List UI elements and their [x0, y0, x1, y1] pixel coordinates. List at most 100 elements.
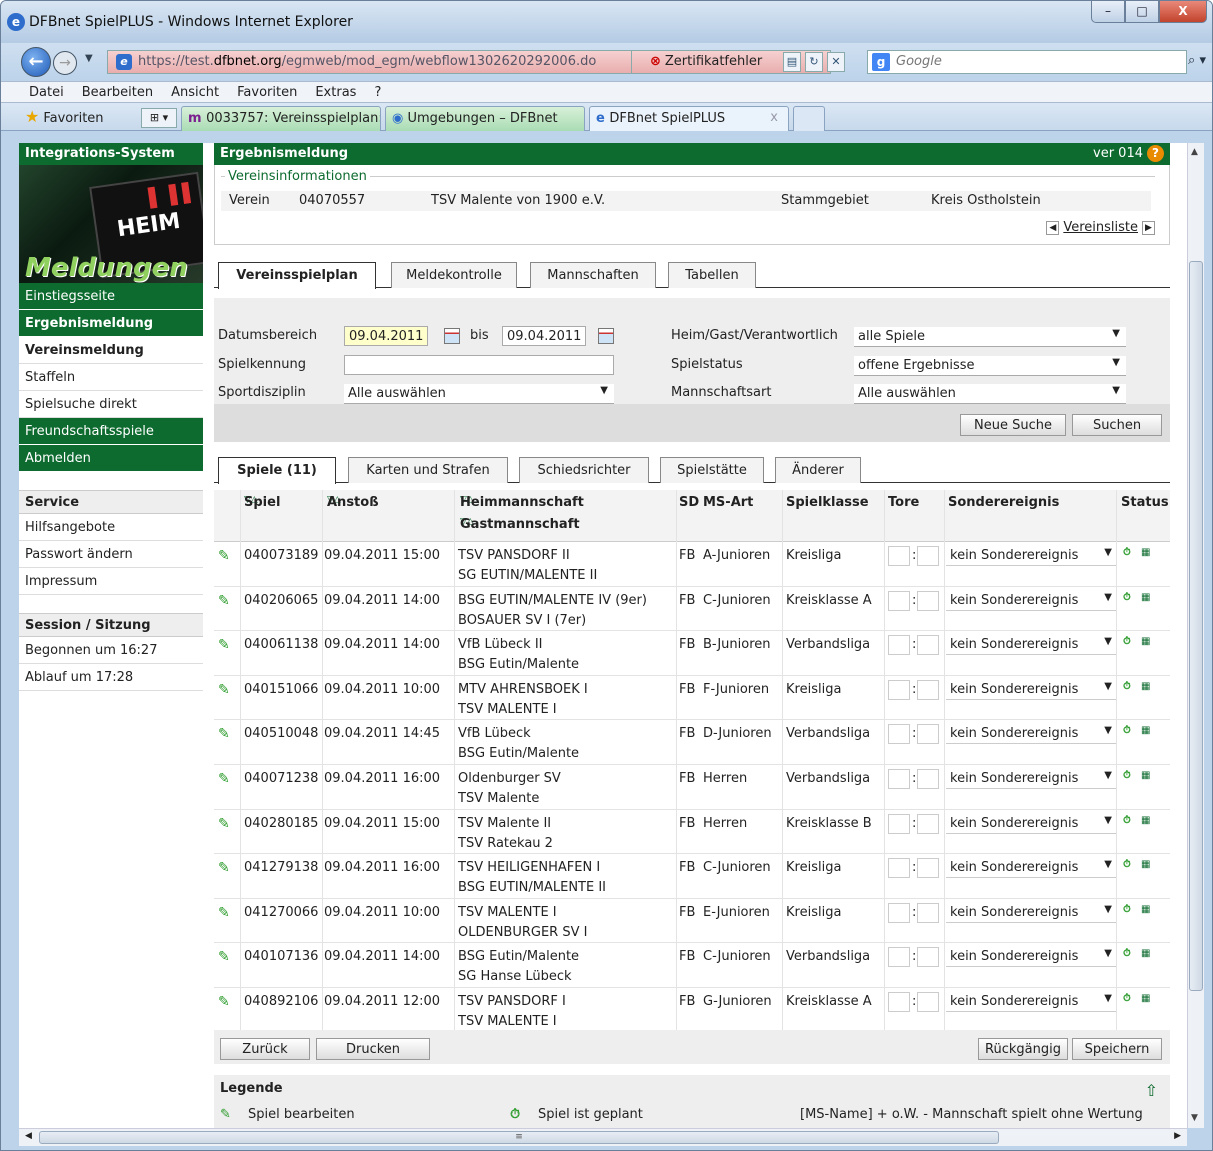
table-row[interactable]: ✎ 040061138 09.04.2011 14:00 VfB Lübeck II B…: [214, 631, 1170, 676]
edit-game-icon[interactable]: ✎: [218, 816, 236, 832]
close-button[interactable]: X: [1159, 1, 1207, 23]
tore-gast-input[interactable]: [917, 947, 939, 968]
sport-select[interactable]: Alle auswählen ▼: [344, 384, 614, 404]
search-box[interactable]: g Google ⌕ ▾: [867, 50, 1206, 74]
table-row[interactable]: ✎ 040892106 09.04.2011 12:00 TSV PANSDORF I…: [214, 988, 1170, 1033]
tore-heim-input[interactable]: [888, 546, 910, 566]
tore-heim-input[interactable]: [888, 635, 910, 656]
sonderereignis-select[interactable]: kein Sonderereignis ▼: [946, 813, 1116, 834]
rueckgaengig-button[interactable]: Rückgängig: [978, 1038, 1068, 1060]
table-row[interactable]: ✎ 040510048 09.04.2011 14:45 VfB Lübeck BSG …: [214, 720, 1170, 765]
mart-select[interactable]: Alle auswählen ▼: [854, 384, 1126, 404]
tore-gast-input[interactable]: [917, 902, 939, 923]
datum-to-input[interactable]: 09.04.2011: [502, 326, 586, 346]
browser-tab-1[interactable]: m 0033757: Vereinsspielplan: ...: [181, 106, 381, 131]
sidebar-item-ergebnismeldung[interactable]: Ergebnismeldung: [19, 310, 203, 337]
vertical-scrollbar[interactable]: ▲ ▼: [1187, 143, 1204, 1128]
quick-tabs-button[interactable]: ⊞ ▾: [141, 108, 177, 128]
tore-heim-input[interactable]: [888, 947, 910, 968]
tore-heim-input[interactable]: [888, 991, 910, 1012]
scroll-right-icon[interactable]: ▶: [1174, 1131, 1181, 1141]
tore-heim-input[interactable]: [888, 768, 910, 789]
help-icon[interactable]: ?: [1147, 145, 1164, 162]
tore-heim-input[interactable]: [888, 858, 910, 879]
menu-bearbeiten[interactable]: Bearbeiten: [82, 85, 153, 100]
table-row[interactable]: ✎ 040151066 09.04.2011 10:00 MTV AHRENSBOEK…: [214, 676, 1170, 721]
maximize-button[interactable]: □: [1125, 1, 1159, 23]
sonderereignis-select[interactable]: kein Sonderereignis ▼: [946, 546, 1116, 566]
edit-game-icon[interactable]: ✎: [218, 949, 236, 965]
sonderereignis-select[interactable]: kein Sonderereignis ▼: [946, 991, 1116, 1012]
neue-suche-button[interactable]: Neue Suche: [960, 414, 1066, 436]
tore-gast-input[interactable]: [917, 590, 939, 611]
sonderereignis-select[interactable]: kein Sonderereignis ▼: [946, 902, 1116, 923]
status-select[interactable]: offene Ergebnisse ▼: [854, 356, 1126, 376]
sonderereignis-select[interactable]: kein Sonderereignis ▼: [946, 679, 1116, 700]
tab-spielstaette[interactable]: Spielstätte: [660, 457, 764, 483]
tore-heim-input[interactable]: [888, 724, 910, 745]
suchen-button[interactable]: Suchen: [1072, 414, 1162, 436]
heim-select[interactable]: alle Spiele ▼: [854, 327, 1126, 347]
sonderereignis-select[interactable]: kein Sonderereignis ▼: [946, 724, 1116, 745]
calendar-from-icon[interactable]: [444, 328, 460, 344]
browser-tab-3[interactable]: e DFBnet SpielPLUS x: [589, 106, 789, 131]
sonderereignis-select[interactable]: kein Sonderereignis ▼: [946, 590, 1116, 611]
edit-game-icon[interactable]: ✎: [218, 637, 236, 653]
tab-vereinsspielplan[interactable]: Vereinsspielplan: [218, 262, 376, 289]
edit-game-icon[interactable]: ✎: [218, 994, 236, 1010]
tab-spiele[interactable]: Spiele (11): [218, 457, 336, 484]
calendar-to-icon[interactable]: [598, 328, 614, 344]
tore-heim-input[interactable]: [888, 590, 910, 611]
recent-pages-dropdown[interactable]: ▼: [85, 53, 93, 64]
forward-button[interactable]: →: [53, 51, 77, 75]
back-button[interactable]: ←: [21, 47, 51, 77]
tore-gast-input[interactable]: [917, 991, 939, 1012]
menu-extras[interactable]: Extras: [315, 85, 356, 100]
tab-aenderer[interactable]: Änderer: [775, 457, 861, 483]
sidebar-item-impressum[interactable]: Impressum: [19, 568, 203, 595]
sonderereignis-select[interactable]: kein Sonderereignis ▼: [946, 768, 1116, 789]
vertical-scroll-thumb[interactable]: [1189, 261, 1203, 991]
horizontal-scrollbar[interactable]: ◀ ≡ ▶: [19, 1128, 1187, 1146]
sidebar-item-hilfsangebote[interactable]: Hilfsangebote: [19, 514, 203, 541]
sidebar-item-vereinsmeldung[interactable]: Vereinsmeldung: [19, 337, 203, 364]
tore-gast-input[interactable]: [917, 813, 939, 834]
refresh-icon[interactable]: ↻: [805, 52, 823, 72]
table-row[interactable]: ✎ 040107136 09.04.2011 14:00 BSG Eutin/Male…: [214, 943, 1170, 988]
horizontal-scroll-thumb[interactable]: ≡: [39, 1131, 999, 1144]
speichern-button[interactable]: Speichern: [1072, 1038, 1162, 1060]
scroll-top-icon[interactable]: ⇧: [1145, 1081, 1158, 1100]
scroll-left-icon[interactable]: ◀: [25, 1131, 32, 1141]
table-row[interactable]: ✎ 041270066 09.04.2011 10:00 TSV MALENTE I O…: [214, 899, 1170, 944]
tore-heim-input[interactable]: [888, 679, 910, 700]
address-bar[interactable]: e https://test.dfbnet.org/egmweb/mod_egm…: [107, 50, 707, 74]
sonderereignis-select[interactable]: kein Sonderereignis ▼: [946, 858, 1116, 879]
edit-game-icon[interactable]: ✎: [218, 593, 236, 609]
menu-favoriten[interactable]: Favoriten: [237, 85, 297, 100]
compat-view-icon[interactable]: ▤: [783, 52, 801, 72]
favorites-button[interactable]: ★ Favoriten: [25, 107, 104, 126]
menu-datei[interactable]: Datei: [29, 85, 64, 100]
tore-gast-input[interactable]: [917, 768, 939, 789]
minimize-button[interactable]: –: [1091, 1, 1125, 23]
drucken-button[interactable]: Drucken: [316, 1038, 430, 1060]
tore-heim-input[interactable]: [888, 902, 910, 923]
table-row[interactable]: ✎ 041279138 09.04.2011 16:00 TSV HEILIGENHA…: [214, 854, 1170, 899]
tore-gast-input[interactable]: [917, 635, 939, 656]
tab-mannschaften[interactable]: Mannschaften: [530, 262, 656, 288]
sidebar-item-einstiegsseite[interactable]: Einstiegsseite: [19, 283, 203, 310]
scroll-up-icon[interactable]: ▲: [1191, 147, 1198, 157]
tore-gast-input[interactable]: [917, 679, 939, 700]
scroll-down-icon[interactable]: ▼: [1191, 1113, 1198, 1123]
sidebar-item-staffeln[interactable]: Staffeln: [19, 364, 203, 391]
table-row[interactable]: ✎ 040206065 09.04.2011 14:00 BSG EUTIN/MALE…: [214, 587, 1170, 632]
new-tab-button[interactable]: [793, 106, 825, 131]
sidebar-item-spielsuche[interactable]: Spielsuche direkt: [19, 391, 203, 418]
table-row[interactable]: ✎ 040280185 09.04.2011 15:00 TSV Malente II…: [214, 810, 1170, 855]
tore-gast-input[interactable]: [917, 546, 939, 566]
menu-ansicht[interactable]: Ansicht: [171, 85, 219, 100]
search-icon[interactable]: ⌕ ▾: [1188, 53, 1206, 68]
edit-game-icon[interactable]: ✎: [218, 548, 236, 564]
tab-tabellen[interactable]: Tabellen: [668, 262, 756, 288]
edit-game-icon[interactable]: ✎: [218, 771, 236, 787]
